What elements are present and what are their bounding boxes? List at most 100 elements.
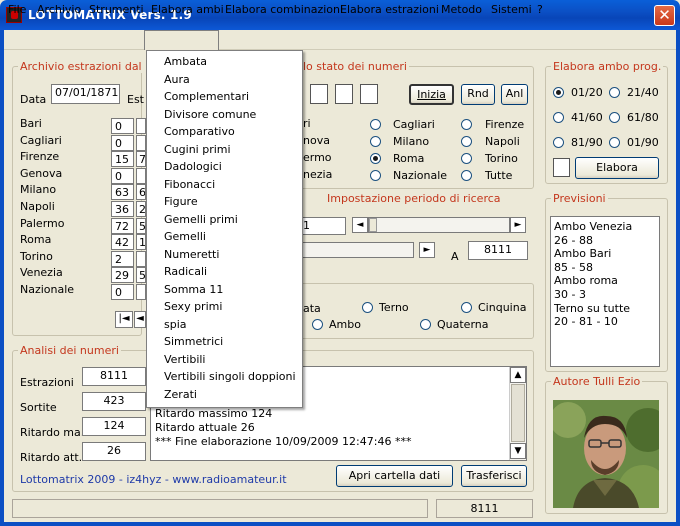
period-to-field[interactable]: 8111 — [468, 241, 528, 260]
ambo-range-radio[interactable] — [609, 137, 620, 148]
wheel-value-1[interactable]: 0 — [111, 167, 134, 184]
radio-ambo[interactable] — [312, 319, 323, 330]
memo-scrollbar[interactable]: ▲ ▼ — [509, 367, 526, 460]
ambo-range-radio[interactable] — [553, 137, 564, 148]
wheel-radio[interactable] — [370, 136, 381, 147]
wheel-radio[interactable] — [370, 119, 381, 130]
dropdown-item[interactable]: Gemelli primi — [164, 213, 238, 226]
previsioni-list[interactable]: Ambo Venezia 26 - 88 Ambo Bari 85 - 58 Ambo … — [550, 216, 660, 367]
menu-sistemi[interactable]: Sistemi — [491, 3, 532, 16]
wheel-radio[interactable] — [370, 170, 381, 181]
wheel-value-1[interactable]: 15 — [111, 151, 134, 168]
dropdown-item[interactable]: Cugini primi — [164, 143, 231, 156]
dropdown-item[interactable]: Comparativo — [164, 125, 235, 138]
analisi-field-value[interactable]: 423 — [82, 392, 146, 411]
menu-strumenti[interactable]: Strumenti — [89, 3, 144, 16]
wheel-value-2[interactable]: 7 — [136, 151, 146, 168]
ambo-range-radio[interactable] — [553, 87, 564, 98]
menu-file[interactable]: File — [8, 3, 26, 16]
ambo-range-radio[interactable] — [553, 112, 564, 123]
memo-scroll-up[interactable]: ▲ — [510, 367, 526, 383]
wheel-value-2[interactable]: 2 — [136, 201, 146, 217]
menu-archivio[interactable]: Archivio — [37, 3, 81, 16]
wheel-value-1[interactable]: 0 — [111, 118, 134, 134]
dropdown-item[interactable]: Numeretti — [164, 248, 219, 261]
wheel-value-2[interactable]: 5 — [136, 217, 146, 234]
wheel-radio[interactable] — [461, 119, 472, 130]
wheel-value-2[interactable] — [136, 284, 146, 300]
dropdown-item[interactable]: Figure — [164, 195, 198, 208]
dropdown-item[interactable]: Aura — [164, 73, 190, 86]
apri-cartella-button[interactable]: Apri cartella dati — [336, 465, 453, 487]
number-box-1[interactable] — [310, 84, 328, 104]
analisi-field-value[interactable]: 8111 — [82, 367, 146, 386]
date-field[interactable]: 07/01/1871 — [51, 84, 120, 104]
number-box-3[interactable] — [360, 84, 378, 104]
dropdown-item[interactable]: Sexy primi — [164, 300, 222, 313]
wheel-value-2[interactable] — [136, 118, 146, 134]
wheel-value-1[interactable]: 63 — [111, 184, 134, 201]
dropdown-item[interactable]: Vertibili singoli doppioni — [164, 370, 296, 383]
menu-elabora-combinazioni[interactable]: Elabora combinazioni — [225, 3, 343, 16]
wheel-value-1[interactable]: 42 — [111, 234, 134, 251]
dropdown-item[interactable]: Somma 11 — [164, 283, 223, 296]
wheel-value-2[interactable] — [136, 167, 146, 184]
radio-cinquina[interactable] — [461, 302, 472, 313]
wheel-value-2[interactable]: 5 — [136, 267, 146, 284]
wheel-value-1[interactable]: 0 — [111, 134, 134, 151]
dropdown-item[interactable]: Zerati — [164, 388, 197, 401]
wheel-value-2[interactable] — [136, 134, 146, 151]
menu-metodo[interactable]: Metodo — [441, 3, 482, 16]
anl-button[interactable]: Anl — [501, 84, 528, 105]
dropdown-item[interactable]: Gemelli — [164, 230, 206, 243]
dropdown-item[interactable]: Ambata — [164, 55, 207, 68]
radio-quaterna[interactable] — [420, 319, 431, 330]
menu-elabora-ambi[interactable]: Elabora ambi — [151, 3, 224, 16]
period-scrollbar-thumb[interactable] — [369, 218, 377, 232]
trasferisci-button[interactable]: Trasferisci — [461, 465, 527, 487]
close-button[interactable]: ✕ — [654, 5, 675, 26]
menu-help[interactable]: ? — [537, 3, 543, 16]
wheel-value-1[interactable]: 36 — [111, 201, 134, 217]
rnd-button[interactable]: Rnd — [461, 84, 495, 105]
dropdown-item[interactable]: Fibonacci — [164, 178, 215, 191]
wheel-value-2[interactable]: 6 — [136, 184, 146, 201]
dropdown-item[interactable]: Divisore comune — [164, 108, 256, 121]
wheel-radio[interactable] — [461, 170, 472, 181]
memo-scroll-thumb[interactable] — [511, 384, 525, 442]
nav-first-button[interactable]: |◄ — [115, 311, 133, 328]
memo-scroll-down[interactable]: ▼ — [510, 443, 526, 459]
period-scroll-right[interactable]: ► — [510, 217, 526, 233]
nav-prev-button[interactable]: ◄ — [134, 311, 146, 328]
wheel-value-2[interactable]: 1 — [136, 234, 146, 251]
ambo-range-radio[interactable] — [609, 112, 620, 123]
dropdown-item[interactable]: Dadologici — [164, 160, 222, 173]
period-from-field[interactable]: 1 — [299, 217, 346, 235]
wheel-value-1[interactable]: 0 — [111, 284, 134, 300]
dropdown-item[interactable]: Radicali — [164, 265, 207, 278]
dropdown-item[interactable]: Vertibili — [164, 353, 205, 366]
wheel-radio[interactable] — [461, 153, 472, 164]
analisi-field-value[interactable]: 26 — [82, 442, 146, 461]
credits-link[interactable]: Lottomatrix 2009 - iz4hyz - www.radioama… — [20, 473, 287, 486]
wheel-radio[interactable] — [461, 136, 472, 147]
radio-terno[interactable] — [362, 302, 373, 313]
period-to-scroll-right[interactable]: ► — [419, 242, 435, 258]
analisi-field-value[interactable]: 124 — [82, 417, 146, 436]
number-box-2[interactable] — [335, 84, 353, 104]
ambo-range-radio[interactable] — [609, 87, 620, 98]
wheel-radio[interactable] — [370, 153, 381, 164]
menu-elabora-estrazioni[interactable]: Elabora estrazioni — [340, 3, 439, 16]
dropdown-item[interactable]: Simmetrici — [164, 335, 223, 348]
wheel-value-2[interactable] — [136, 250, 146, 267]
dropdown-item[interactable]: spia — [164, 318, 187, 331]
wheel-value-1[interactable]: 72 — [111, 217, 134, 234]
period-scrollbar-track[interactable] — [368, 217, 510, 233]
wheel-value-1[interactable]: 2 — [111, 250, 134, 267]
period-scroll-left[interactable]: ◄ — [352, 217, 368, 233]
period-to-scrollbar-track[interactable] — [299, 242, 414, 258]
dropdown-item[interactable]: Complementari — [164, 90, 249, 103]
elabora-button[interactable]: Elabora — [575, 157, 659, 179]
inizia-button[interactable]: Inizia — [409, 84, 454, 105]
wheel-value-1[interactable]: 29 — [111, 267, 134, 284]
